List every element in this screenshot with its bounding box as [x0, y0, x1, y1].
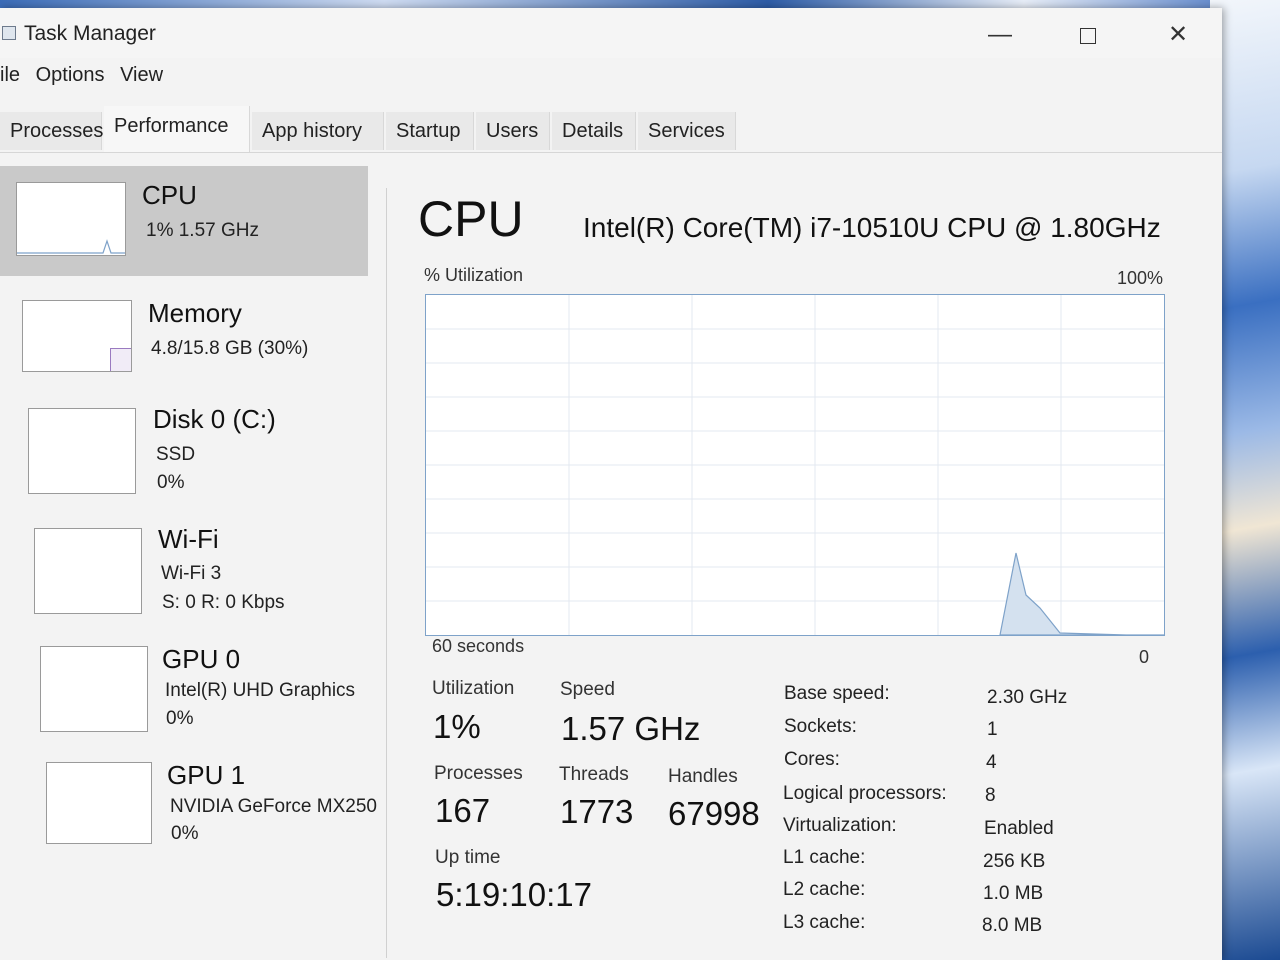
graph-grid — [426, 295, 1164, 635]
threads-value: 1773 — [560, 793, 634, 830]
task-manager-window: Task Manager — ✕ ile Options View Proces… — [0, 8, 1222, 960]
spec-value: 8 — [985, 785, 996, 806]
minimize-button[interactable]: — — [980, 20, 1020, 50]
spec-value: 8.0 MB — [982, 915, 1043, 936]
cpu-thumbnail-line — [17, 239, 125, 254]
tab-users[interactable]: Users — [476, 112, 550, 150]
graph-label: % Utilization — [424, 265, 524, 285]
sidebar-item-detail: NVIDIA GeForce MX250 — [170, 796, 377, 817]
graph-max-label: 100% — [1117, 268, 1164, 288]
window-title: Task Manager — [24, 22, 156, 45]
gpu1-thumbnail-graph — [46, 762, 152, 844]
cpu-thumbnail-graph — [16, 182, 126, 256]
tab-startup[interactable]: Startup — [386, 112, 474, 150]
sidebar-item-detail: S: 0 R: 0 Kbps — [162, 592, 285, 613]
spec-value: 4 — [986, 752, 997, 773]
minimize-icon: — — [988, 21, 1012, 48]
uptime-value: 5:19:10:17 — [436, 876, 592, 913]
close-button[interactable]: ✕ — [1158, 20, 1198, 50]
spec-value: 1 — [987, 719, 998, 740]
cpu-usage-area — [999, 552, 1164, 636]
menu-view[interactable]: View — [120, 64, 163, 86]
menu-bar: ile Options View — [0, 64, 173, 87]
handles-label: Handles — [668, 766, 738, 787]
spec-label: Virtualization: — [783, 815, 897, 836]
tab-services[interactable]: Services — [638, 112, 736, 150]
processes-value: 167 — [435, 792, 491, 829]
tab-app-history[interactable]: App history — [252, 112, 384, 150]
cpu-model-name: Intel(R) Core(TM) i7-10510U CPU @ 1.80GH… — [583, 212, 1161, 243]
sidebar-item-title: Disk 0 (C:) — [153, 404, 276, 434]
spec-value: Enabled — [984, 818, 1054, 839]
sidebar-item-detail: SSD — [156, 444, 196, 465]
spec-label: L2 cache: — [783, 879, 866, 900]
sidebar-divider — [386, 188, 387, 958]
sidebar-item-detail: 0% — [157, 472, 185, 493]
speed-value: 1.57 GHz — [561, 710, 701, 747]
sidebar-item-title: Wi-Fi — [158, 524, 219, 554]
memory-thumbnail-graph — [22, 300, 132, 372]
wifi-thumbnail-graph — [34, 528, 142, 614]
spec-value: 256 KB — [983, 851, 1046, 872]
sidebar-item-title: Memory — [148, 298, 242, 328]
processes-label: Processes — [434, 763, 523, 784]
sidebar-item-detail: 0% — [166, 708, 194, 729]
tab-performance[interactable]: Performance — [104, 106, 250, 152]
sidebar-item-detail: Intel(R) UHD Graphics — [165, 680, 356, 701]
graph-time-label: 60 seconds — [432, 636, 525, 656]
sidebar-item-wifi[interactable]: Wi-Fi Wi-Fi 3 S: 0 R: 0 Kbps — [0, 512, 380, 622]
cpu-utilization-graph — [425, 294, 1165, 636]
cpu-detail-panel: CPU Intel(R) Core(TM) i7-10510U CPU @ 1.… — [400, 168, 1200, 958]
sidebar-item-memory[interactable]: Memory 4.8/15.8 GB (30%) — [0, 284, 368, 384]
utilization-value: 1% — [433, 708, 481, 745]
page-title: CPU — [418, 191, 524, 247]
spec-label: Sockets: — [784, 716, 857, 737]
spec-value: 2.30 GHz — [987, 687, 1068, 708]
spec-label: Base speed: — [784, 683, 890, 704]
spec-label: L1 cache: — [783, 847, 866, 868]
menu-file[interactable]: ile — [0, 64, 20, 86]
threads-label: Threads — [559, 764, 629, 785]
uptime-label: Up time — [435, 847, 501, 868]
sidebar-item-detail: 4.8/15.8 GB (30%) — [151, 338, 309, 359]
menu-options[interactable]: Options — [36, 64, 105, 86]
handles-value: 67998 — [668, 795, 760, 832]
sidebar-item-detail: Wi-Fi 3 — [161, 563, 222, 584]
tab-processes[interactable]: Processes — [0, 112, 103, 150]
sidebar-item-cpu[interactable]: CPU 1% 1.57 GHz — [0, 166, 368, 276]
spec-label: Cores: — [784, 749, 840, 770]
spec-label: Logical processors: — [783, 783, 947, 804]
resource-sidebar: CPU 1% 1.57 GHz Memory 4.8/15.8 GB (30%)… — [0, 166, 390, 960]
spec-label: L3 cache: — [783, 912, 866, 933]
task-manager-icon — [2, 26, 16, 40]
graph-min-label: 0 — [1139, 647, 1150, 667]
sidebar-item-title: GPU 1 — [167, 760, 246, 790]
sidebar-item-title: CPU — [142, 180, 197, 210]
disk-thumbnail-graph — [28, 408, 136, 494]
spec-value: 1.0 MB — [983, 883, 1044, 904]
title-bar: Task Manager — ✕ — [0, 8, 1222, 58]
sidebar-item-disk0[interactable]: Disk 0 (C:) SSD 0% — [0, 392, 368, 502]
maximize-icon — [1080, 27, 1096, 44]
utilization-label: Utilization — [432, 678, 515, 699]
memory-usage-fill — [110, 348, 131, 371]
sidebar-item-title: GPU 0 — [162, 644, 241, 674]
cpu-utilization-graph-svg — [426, 295, 1164, 636]
maximize-button[interactable] — [1068, 20, 1108, 50]
sidebar-item-detail: 0% — [171, 823, 199, 844]
sidebar-item-gpu1[interactable]: GPU 1 NVIDIA GeForce MX250 0% — [0, 746, 388, 856]
close-icon: ✕ — [1167, 21, 1189, 48]
speed-label: Speed — [560, 679, 615, 700]
sidebar-item-gpu0[interactable]: GPU 0 Intel(R) UHD Graphics 0% — [0, 630, 384, 740]
tab-details[interactable]: Details — [552, 112, 636, 150]
tab-bar: Processes Performance App history Startu… — [0, 104, 1222, 153]
sidebar-item-detail: 1% 1.57 GHz — [146, 220, 259, 241]
gpu0-thumbnail-graph — [40, 646, 148, 732]
